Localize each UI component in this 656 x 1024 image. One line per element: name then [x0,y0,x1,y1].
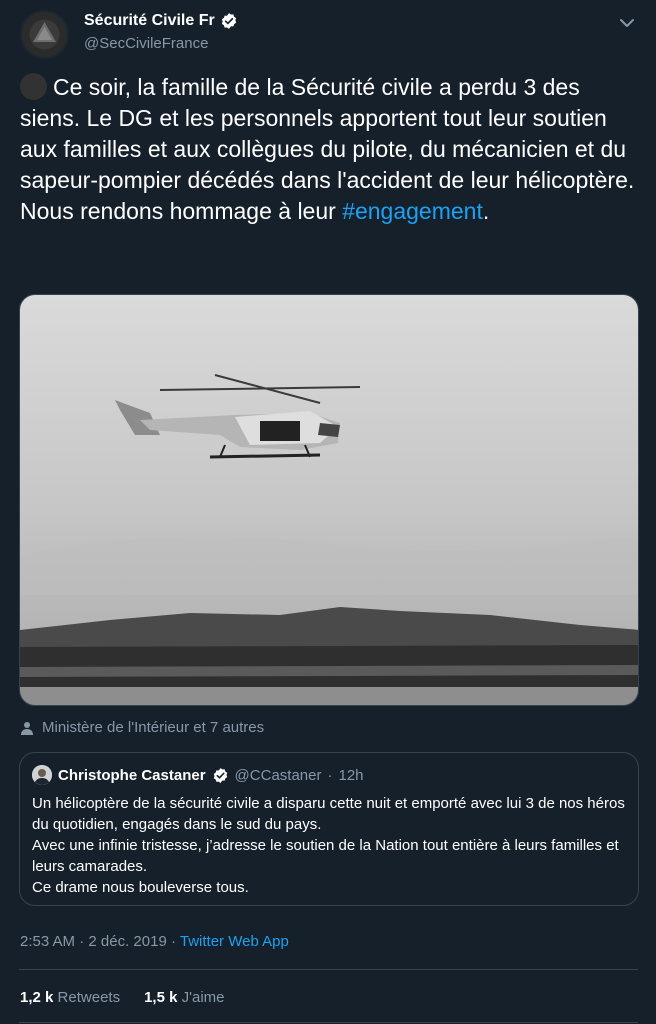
engagement-stats: 1,2 k Retweets 1,5 k J'aime [20,989,225,1006]
author-info: Sécurité Civile Fr @SecCivileFrance [84,12,238,52]
retweets-stat[interactable]: 1,2 k Retweets [20,989,120,1006]
quoted-tweet-header: Christophe Castaner @CCastaner · 12h [32,765,364,785]
divider [19,1022,638,1023]
verified-badge-icon [221,13,236,29]
tweet-text-main: Ce soir, la famille de la Sécurité civil… [20,74,635,224]
tagged-users-label: Ministère de l'Intérieur et 7 autres [42,719,265,736]
tweet-text-end: . [482,198,490,224]
retweets-label: Retweets [57,989,121,1006]
quoted-tweet-text: Un hélicoptère de la sécurité civile a d… [32,795,625,896]
quoted-author-handle: @CCastaner [234,766,322,784]
tagged-users[interactable]: Ministère de l'Intérieur et 7 autres [20,719,264,736]
meta-separator: · [79,933,85,950]
quoted-tweet[interactable]: Christophe Castaner @CCastaner · 12h Un … [19,752,639,906]
verified-badge-icon [213,767,227,783]
likes-stat[interactable]: 1,5 k J'aime [144,989,224,1006]
tweet-photo[interactable] [19,294,639,706]
likes-label: J'aime [181,989,225,1006]
meta-separator: · [170,933,176,950]
quoted-separator: · [327,766,333,784]
quoted-timestamp: 12h [338,766,364,784]
tweet-metadata: 2:53 AM · 2 déc. 2019 · Twitter Web App [20,933,289,950]
chevron-down-icon[interactable] [616,12,638,34]
source-app-link[interactable]: Twitter Web App [180,933,289,950]
tweet-date[interactable]: 2 déc. 2019 [88,933,166,950]
tweet-time[interactable]: 2:53 AM [20,933,75,950]
black-circle-emoji-icon [20,73,47,100]
quoted-author-avatar [32,765,52,785]
tweet-text: Ce soir, la famille de la Sécurité civil… [20,72,645,227]
person-icon [21,721,33,735]
quoted-author-name: Christophe Castaner [58,766,206,784]
retweets-count: 1,2 k [20,989,54,1006]
author-name[interactable]: Sécurité Civile Fr [84,12,215,30]
author-avatar[interactable] [20,10,69,59]
helicopter-photo [20,295,638,705]
likes-count: 1,5 k [144,989,178,1006]
author-handle[interactable]: @SecCivileFrance [84,35,238,52]
hashtag-link[interactable]: #engagement [342,198,483,224]
civil-security-logo-icon [22,12,67,57]
divider [19,969,638,970]
